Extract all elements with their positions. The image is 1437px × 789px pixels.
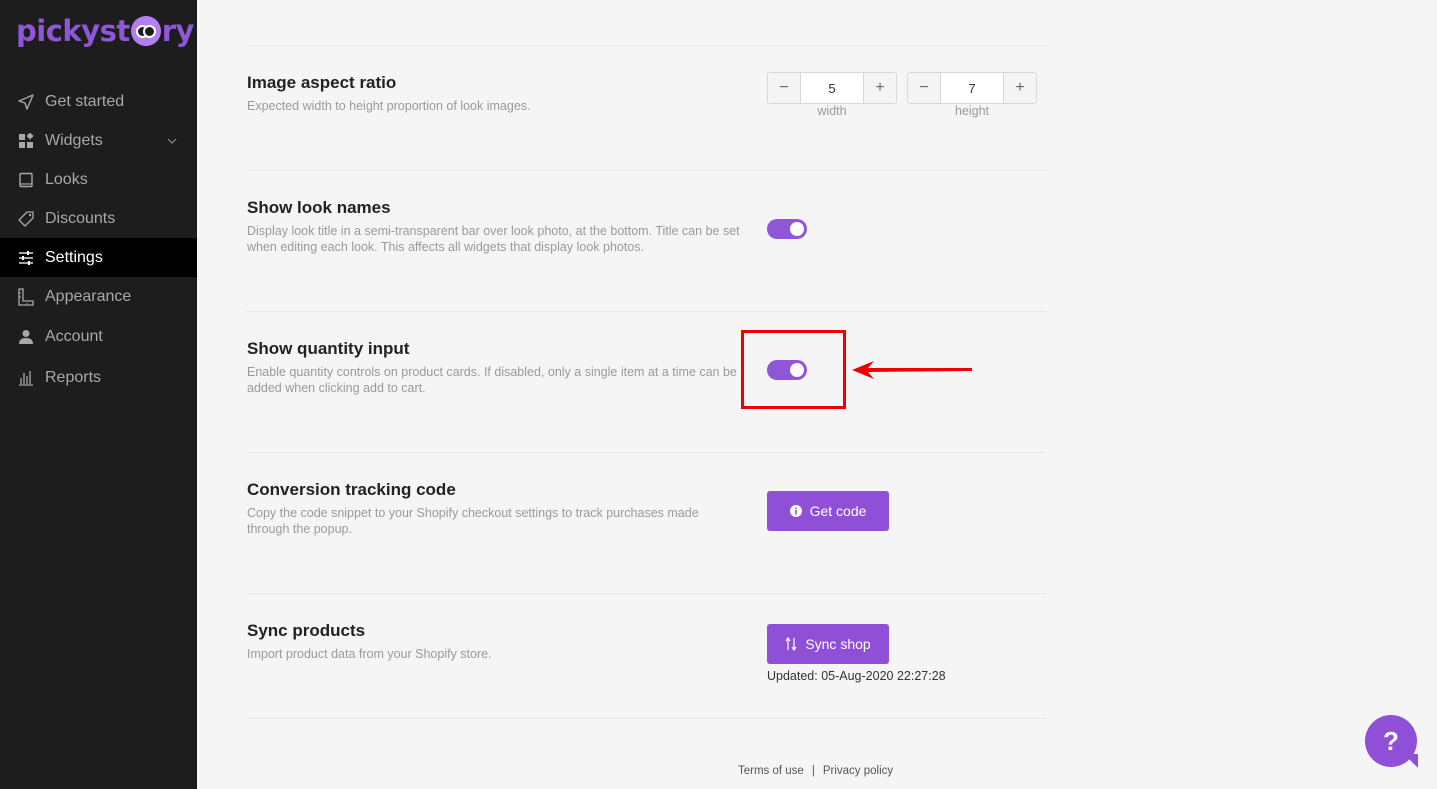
height-decrement-button[interactable]: −: [908, 73, 940, 103]
sync-arrows-icon: [785, 637, 797, 651]
divider: [247, 311, 1047, 312]
divider: [247, 45, 1047, 46]
ruler-icon: [17, 287, 35, 306]
sync-products-desc: Import product data from your Shopify st…: [247, 647, 492, 661]
sidebar-item-label: Widgets: [45, 131, 103, 149]
quantity-input-title: Show quantity input: [247, 339, 410, 358]
width-increment-button[interactable]: +: [864, 73, 896, 103]
chevron-down-icon: [167, 133, 177, 151]
bar-chart-icon: [17, 369, 35, 387]
sidebar: pickyst ry Get started Widgets Looks Dis…: [0, 0, 197, 789]
footer: Terms of use | Privacy policy: [738, 765, 893, 777]
toggle-knob: [790, 222, 804, 236]
sidebar-item-label: Reports: [45, 368, 102, 386]
width-label: width: [817, 104, 847, 118]
sidebar-nav: Get started Widgets Looks Discounts Sett…: [0, 82, 197, 397]
sync-products-title: Sync products: [247, 621, 366, 640]
sidebar-item-get-started[interactable]: Get started: [0, 82, 197, 121]
widgets-icon: [17, 132, 35, 150]
sidebar-item-widgets[interactable]: Widgets: [0, 121, 197, 160]
divider: [247, 452, 1047, 453]
terms-link[interactable]: Terms of use: [738, 765, 804, 777]
get-code-label: Get code: [809, 503, 867, 519]
sync-updated-timestamp: Updated: 05-Aug-2020 22:27:28: [767, 669, 946, 683]
sidebar-item-label: Get started: [45, 92, 125, 110]
help-button[interactable]: ?: [1365, 715, 1417, 767]
logo-text-end: ry: [161, 14, 195, 48]
sliders-icon: [17, 249, 35, 267]
privacy-link[interactable]: Privacy policy: [823, 765, 893, 777]
aspect-ratio-title: Image aspect ratio: [247, 73, 397, 92]
look-names-desc: Display look title in a semi-transparent…: [247, 224, 740, 254]
highlight-box: [741, 330, 846, 409]
sidebar-item-appearance[interactable]: Appearance: [0, 277, 197, 316]
sidebar-item-discounts[interactable]: Discounts: [0, 199, 197, 238]
width-stepper: − 5 +: [767, 72, 897, 104]
user-icon: [17, 328, 35, 346]
sidebar-item-account[interactable]: Account: [0, 316, 197, 358]
tag-icon: [17, 210, 35, 228]
sidebar-item-looks[interactable]: Looks: [0, 160, 197, 199]
look-names-toggle[interactable]: [767, 219, 807, 239]
sidebar-item-label: Account: [45, 328, 103, 345]
skull-logo-icon: [130, 16, 161, 46]
sidebar-item-label: Looks: [45, 170, 88, 188]
send-icon: [17, 93, 35, 111]
info-icon: [789, 505, 802, 517]
sync-shop-button[interactable]: Sync shop: [767, 624, 889, 664]
help-question-icon: ?: [1383, 725, 1399, 756]
logo-text: pickyst: [16, 14, 130, 48]
sidebar-item-settings[interactable]: Settings: [0, 238, 197, 277]
sidebar-item-label: Appearance: [45, 287, 132, 305]
pickystory-logo[interactable]: pickyst ry: [16, 14, 194, 48]
conversion-desc: Copy the code snippet to your Shopify ch…: [247, 506, 699, 536]
height-stepper: − 7 +: [907, 72, 1037, 104]
height-label: height: [954, 104, 990, 118]
get-code-button[interactable]: Get code: [767, 491, 889, 531]
divider: [247, 593, 1047, 594]
divider: [247, 170, 1047, 171]
height-increment-button[interactable]: +: [1004, 73, 1036, 103]
sidebar-item-label: Discounts: [45, 209, 116, 227]
aspect-ratio-desc: Expected width to height proportion of l…: [247, 99, 531, 113]
width-decrement-button[interactable]: −: [768, 73, 800, 103]
book-icon: [17, 171, 35, 189]
height-input[interactable]: 7: [940, 73, 1004, 103]
look-names-title: Show look names: [247, 198, 391, 217]
divider: [247, 718, 1047, 719]
sidebar-item-label: Settings: [45, 248, 103, 266]
quantity-input-desc: Enable quantity controls on product card…: [247, 365, 737, 395]
red-arrow-icon: [852, 361, 972, 379]
sidebar-item-reports[interactable]: Reports: [0, 358, 197, 397]
sync-shop-label: Sync shop: [805, 636, 871, 652]
width-input[interactable]: 5: [800, 73, 864, 103]
conversion-title: Conversion tracking code: [247, 480, 456, 499]
footer-separator: |: [811, 765, 815, 777]
